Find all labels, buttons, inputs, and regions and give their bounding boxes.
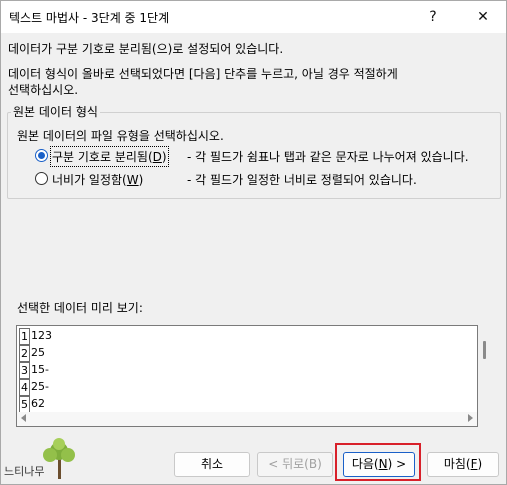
- window-title: 텍스트 마법사 - 3단계 중 1단계: [9, 11, 170, 25]
- preview-label: 선택한 데이터 미리 보기:: [17, 301, 143, 315]
- back-button[interactable]: < 뒤로(B): [257, 452, 333, 477]
- scroll-right-icon[interactable]: [468, 414, 473, 422]
- row-value: 25: [31, 346, 45, 359]
- fixed-width-description: - 각 필드가 일정한 너비로 정렬되어 있습니다.: [187, 173, 417, 187]
- horizontal-scrollbar[interactable]: [17, 412, 477, 426]
- vertical-scrollbar-thumb[interactable]: [483, 341, 486, 359]
- row-value: 25-: [31, 380, 49, 393]
- help-button[interactable]: ?: [413, 3, 453, 31]
- delimited-radio[interactable]: [35, 149, 48, 162]
- next-button[interactable]: 다음(N) >: [343, 452, 415, 477]
- finish-button[interactable]: 마침(F): [427, 452, 499, 477]
- text-import-wizard-dialog: 텍스트 마법사 - 3단계 중 1단계 ? ✕ 데이터가 구분 기호로 분리됨(…: [0, 0, 507, 485]
- group-label: 원본 데이터 형식: [11, 103, 100, 120]
- cancel-button[interactable]: 취소: [174, 452, 250, 477]
- row-value: 62: [31, 397, 45, 410]
- row-value: 15-: [31, 363, 49, 376]
- row-number: 2: [19, 345, 30, 362]
- data-preview-pane[interactable]: 1 123 2 25 3 15- 4 25- 5 62: [16, 325, 478, 427]
- row-number: 4: [19, 379, 30, 396]
- watermark-text: 느티나무: [4, 465, 45, 478]
- delimited-description: - 각 필드가 쉼표나 탭과 같은 문자로 나누어져 있습니다.: [187, 150, 469, 164]
- close-button[interactable]: ✕: [463, 3, 503, 31]
- delimited-radio-label[interactable]: 구분 기호로 분리됨(D): [50, 146, 169, 167]
- row-number: 3: [19, 362, 30, 379]
- fixed-width-radio[interactable]: [35, 172, 48, 185]
- fixed-width-radio-label[interactable]: 너비가 일정함(W): [52, 171, 143, 188]
- intro-line-2: 데이터 형식이 올바로 선택되었다면 [다음] 단추를 누르고, 아닐 경우 적…: [8, 67, 398, 81]
- intro-line-1: 데이터가 구분 기호로 분리됨(으)로 설정되어 있습니다.: [8, 42, 284, 56]
- row-number: 1: [19, 328, 30, 345]
- title-bar: 텍스트 마법사 - 3단계 중 1단계 ? ✕: [1, 1, 506, 33]
- intro-line-3: 선택하십시오.: [8, 83, 79, 97]
- row-number: 5: [19, 396, 30, 413]
- row-value: 123: [31, 329, 52, 342]
- scroll-left-icon[interactable]: [21, 414, 26, 422]
- group-instruction: 원본 데이터의 파일 유형을 선택하십시오.: [17, 129, 224, 143]
